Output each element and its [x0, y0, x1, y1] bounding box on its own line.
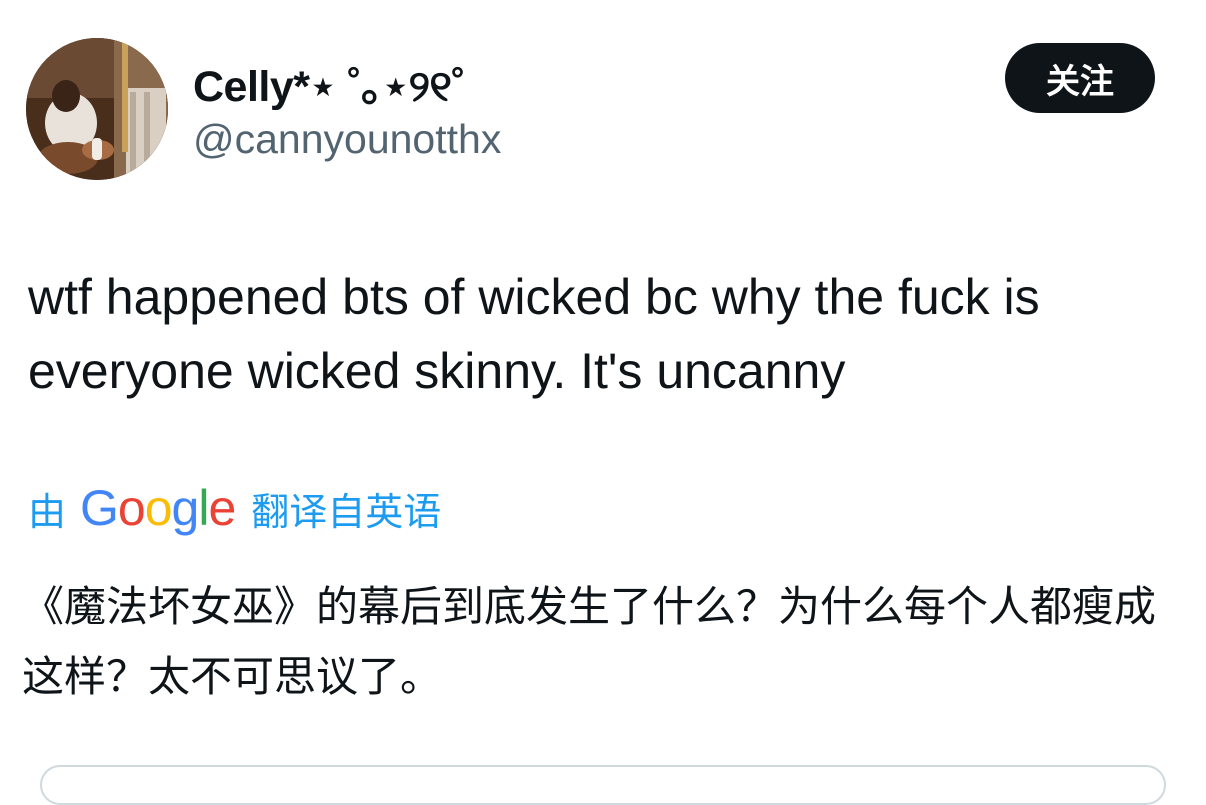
- author-handle[interactable]: @cannyounotthx: [193, 116, 501, 163]
- follow-button[interactable]: 关注: [1005, 43, 1155, 113]
- translated-from-label: 翻译自英语: [251, 489, 442, 534]
- translated-by-label: 由: [28, 489, 67, 534]
- google-logo-icon: Google: [80, 480, 236, 536]
- translated-text: 《魔法坏女巫》的幕后到底发生了什么？为什么每个人都瘦成这样？太不可思议了。: [22, 582, 1157, 701]
- author-display-name[interactable]: Celly*⋆ ˚｡⋆୨୧˚: [193, 52, 466, 114]
- profile-photo-icon: [26, 38, 168, 180]
- avatar[interactable]: [26, 38, 168, 180]
- tweet-text: wtf happened bts of wicked bc why the fu…: [28, 269, 1040, 399]
- translation-attribution[interactable]: 由 Google 翻译自英语: [28, 478, 441, 538]
- tweet-card: Celly*⋆ ˚｡⋆୨୧˚ @cannyounotthx 关注 wtf hap…: [0, 0, 1206, 805]
- embedded-card-edge: [40, 765, 1166, 805]
